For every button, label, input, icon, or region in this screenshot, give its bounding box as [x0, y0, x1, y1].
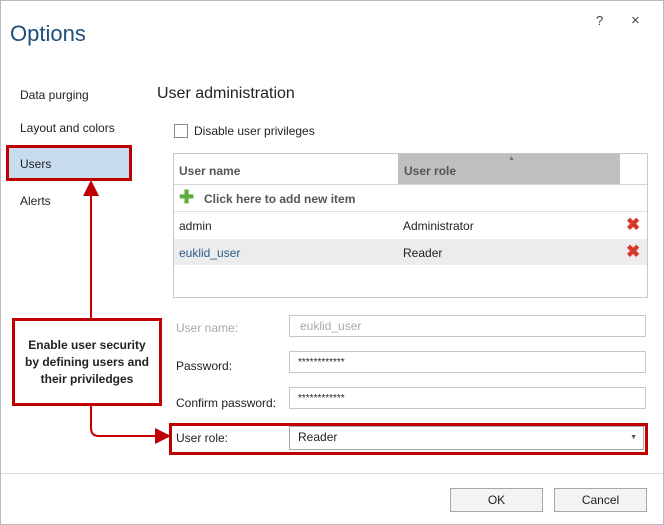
password-field[interactable]: ************	[289, 351, 646, 373]
delete-icon[interactable]: ✖	[626, 215, 640, 235]
add-new-item-label: Click here to add new item	[204, 192, 356, 206]
password-label: Password:	[176, 359, 233, 373]
user-role-label: User role:	[176, 431, 229, 445]
sort-ascending-icon: ▲	[508, 155, 515, 162]
help-icon[interactable]: ?	[596, 13, 603, 28]
annotation-callout: Enable user security by defining users a…	[12, 318, 162, 406]
sidebar-item-layout-and-colors[interactable]: Layout and colors	[20, 121, 115, 135]
sidebar-item-users[interactable]: Users	[20, 157, 51, 171]
add-new-item-row[interactable]: ✚ Click here to add new item	[174, 184, 647, 212]
sidebar-item-data-purging[interactable]: Data purging	[20, 88, 89, 102]
table-row[interactable]: euklid_user Reader ✖	[174, 239, 647, 265]
delete-icon[interactable]: ✖	[626, 242, 640, 262]
cell-user-role: Reader	[403, 246, 443, 260]
cell-user-role: Administrator	[403, 219, 474, 233]
column-header-user-name[interactable]: User name	[179, 164, 240, 178]
close-icon[interactable]: ×	[631, 12, 640, 29]
disable-privileges-checkbox[interactable]	[174, 124, 188, 138]
grid-header: User name User role ▲	[174, 154, 647, 185]
options-dialog: Options ? × Data purging Layout and colo…	[0, 0, 664, 525]
footer-divider	[1, 473, 663, 474]
ok-button[interactable]: OK	[450, 488, 543, 512]
user-role-select[interactable]: Reader ▼	[289, 426, 644, 450]
sidebar-item-alerts[interactable]: Alerts	[20, 194, 51, 208]
cell-user-name: admin	[179, 219, 212, 233]
annotation-text: Enable user security by defining users a…	[24, 337, 150, 386]
confirm-password-field[interactable]: ************	[289, 387, 646, 409]
chevron-down-icon: ▼	[630, 434, 637, 441]
users-grid: User name User role ▲ ✚ Click here to ad…	[173, 153, 648, 298]
column-header-user-role[interactable]: User role ▲	[398, 154, 620, 184]
disable-privileges-label[interactable]: Disable user privileges	[194, 124, 315, 138]
username-label: User name:	[176, 321, 239, 335]
cancel-button[interactable]: Cancel	[554, 488, 647, 512]
username-field: euklid_user	[289, 315, 646, 337]
dialog-title: Options	[10, 21, 86, 46]
plus-icon: ✚	[179, 187, 195, 207]
confirm-password-label: Confirm password:	[176, 396, 277, 410]
column-header-user-role-label: User role	[404, 164, 457, 178]
table-row[interactable]: admin Administrator ✖	[174, 212, 647, 238]
cell-user-name: euklid_user	[179, 246, 241, 260]
section-title: User administration	[157, 85, 295, 102]
user-role-value: Reader	[298, 430, 338, 444]
